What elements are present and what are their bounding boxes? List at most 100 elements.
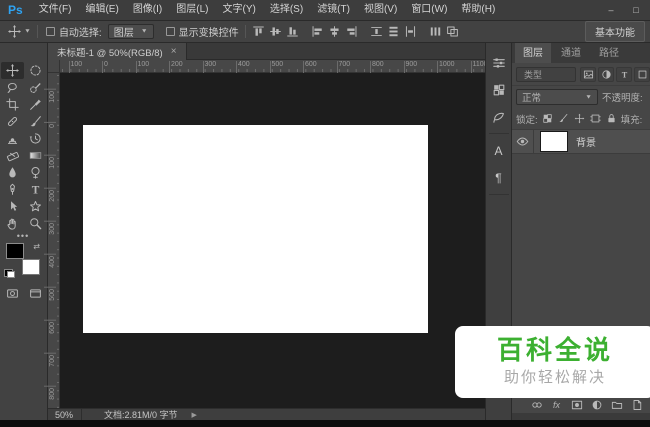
minimize-button[interactable]: – bbox=[605, 5, 617, 15]
dodge-tool[interactable] bbox=[24, 164, 47, 181]
menu-item-3[interactable]: 图层(L) bbox=[169, 0, 215, 20]
lock-all-icon[interactable] bbox=[606, 113, 617, 124]
adjustments-panel-icon[interactable] bbox=[486, 49, 512, 76]
vertical-ruler[interactable]: 100 0 100 200 300 400 500 600 700 800 bbox=[48, 73, 60, 408]
ruler-origin-corner[interactable] bbox=[48, 60, 60, 73]
lock-image-icon[interactable] bbox=[558, 113, 569, 124]
styles-panel-icon[interactable] bbox=[486, 103, 512, 130]
lasso-tool[interactable] bbox=[1, 79, 24, 96]
opacity-label: 不透明度: bbox=[602, 93, 643, 104]
menu-item-9[interactable]: 帮助(H) bbox=[454, 0, 502, 20]
menu-item-4[interactable]: 文字(Y) bbox=[216, 0, 263, 20]
layer-visibility-eye-icon[interactable] bbox=[512, 129, 534, 154]
layer-effects-icon[interactable]: fx bbox=[550, 399, 563, 412]
foreground-color-swatch[interactable] bbox=[6, 243, 24, 259]
auto-select-dropdown[interactable]: 图层 ▼ bbox=[107, 24, 154, 39]
menu-item-6[interactable]: 滤镜(T) bbox=[310, 0, 357, 20]
lock-transparent-icon[interactable] bbox=[542, 113, 553, 124]
align-bottom-icon[interactable] bbox=[286, 25, 299, 38]
menu-item-2[interactable]: 图像(I) bbox=[126, 0, 169, 20]
adjustment-layer-icon[interactable] bbox=[590, 399, 603, 412]
tool-options-bar: ▼ 自动选择: 图层 ▼ 显示变换控件 基本功能 bbox=[0, 21, 650, 43]
menu-item-8[interactable]: 窗口(W) bbox=[404, 0, 454, 20]
shape-filter-icon[interactable] bbox=[634, 66, 650, 82]
align-left-icon[interactable] bbox=[311, 25, 324, 38]
swap-colors-icon[interactable]: ⇄ bbox=[33, 242, 40, 251]
history-brush-tool[interactable] bbox=[24, 130, 47, 147]
marquee-tool[interactable] bbox=[24, 62, 47, 79]
distribute-top-icon[interactable] bbox=[370, 25, 383, 38]
auto-select-checkbox[interactable] bbox=[45, 27, 55, 36]
menu-item-1[interactable]: 编辑(E) bbox=[78, 0, 125, 20]
shape-tool[interactable] bbox=[24, 198, 47, 215]
workspace-switcher-button[interactable]: 基本功能 bbox=[585, 21, 645, 42]
document-title: 未标题-1 @ 50%(RGB/8) bbox=[57, 47, 163, 59]
auto-align-icon[interactable] bbox=[446, 25, 459, 38]
distribute-bottom-icon[interactable] bbox=[404, 25, 417, 38]
layer-thumbnail[interactable] bbox=[540, 131, 568, 152]
eraser-tool[interactable] bbox=[1, 147, 24, 164]
pixel-filter-icon[interactable] bbox=[580, 66, 596, 82]
new-layer-icon[interactable] bbox=[630, 399, 643, 412]
layers-panel-footer: fx bbox=[512, 396, 650, 413]
zoom-level-field[interactable]: 50% bbox=[48, 409, 83, 420]
menu-item-5[interactable]: 选择(S) bbox=[263, 0, 310, 20]
quick-selection-tool[interactable] bbox=[24, 79, 47, 96]
menu-item-7[interactable]: 视图(V) bbox=[357, 0, 404, 20]
panel-tab-路径[interactable]: 路径 bbox=[591, 43, 627, 63]
pen-tool[interactable] bbox=[1, 181, 24, 198]
layer-filter-dropdown[interactable]: 类型 bbox=[516, 66, 576, 82]
distribute-vcenter-icon[interactable] bbox=[387, 25, 400, 38]
type-tool[interactable]: T bbox=[24, 181, 47, 198]
maximize-button[interactable]: □ bbox=[630, 5, 642, 15]
lock-position-icon[interactable] bbox=[574, 113, 585, 124]
move-tool-icon bbox=[8, 25, 21, 38]
blend-mode-dropdown[interactable]: 正常 ▼ bbox=[516, 89, 598, 105]
link-layers-icon[interactable] bbox=[530, 399, 543, 412]
document-canvas[interactable] bbox=[83, 125, 428, 333]
align-right-icon[interactable] bbox=[345, 25, 358, 38]
hand-tool[interactable] bbox=[1, 215, 24, 232]
align-top-icon[interactable] bbox=[252, 25, 265, 38]
path-selection-tool[interactable] bbox=[1, 198, 24, 215]
icon-group bbox=[311, 25, 358, 38]
edit-toolbar-ellipsis-icon[interactable]: ••• bbox=[0, 231, 46, 241]
new-group-icon[interactable] bbox=[610, 399, 623, 412]
tool-preset-picker[interactable]: ▼ bbox=[8, 25, 31, 38]
quick-mask-button[interactable] bbox=[1, 285, 24, 301]
swatches-panel-icon[interactable] bbox=[486, 76, 512, 103]
v-ruler-label: 800 bbox=[49, 388, 56, 400]
menu-item-0[interactable]: 文件(F) bbox=[32, 0, 79, 20]
lock-artboard-icon[interactable] bbox=[589, 113, 601, 124]
eyedropper-tool[interactable] bbox=[24, 96, 47, 113]
layer-mask-icon[interactable] bbox=[570, 399, 583, 412]
layer-row[interactable]: 背景 bbox=[512, 129, 650, 154]
align-hcenter-icon[interactable] bbox=[328, 25, 341, 38]
character-panel-icon[interactable]: A bbox=[486, 137, 512, 164]
move-tool[interactable] bbox=[1, 62, 24, 79]
type-filter-icon[interactable]: T bbox=[616, 66, 632, 82]
panel-tabs: 图层 通道 路径 bbox=[512, 43, 650, 63]
paragraph-panel-icon[interactable]: ¶ bbox=[486, 164, 512, 191]
zoom-tool[interactable] bbox=[24, 215, 47, 232]
adjustment-filter-icon[interactable] bbox=[598, 66, 614, 82]
status-options-arrow-icon[interactable]: ▶ bbox=[192, 411, 197, 419]
blur-tool[interactable] bbox=[1, 164, 24, 181]
background-color-swatch[interactable] bbox=[22, 259, 40, 275]
align-vcenter-icon[interactable] bbox=[269, 25, 282, 38]
healing-brush-tool[interactable] bbox=[1, 113, 24, 130]
divider bbox=[36, 25, 38, 38]
v-ruler-label: 300 bbox=[49, 223, 56, 235]
distribute-horizontal-icon[interactable] bbox=[429, 25, 442, 38]
document-tab[interactable]: 未标题-1 @ 50%(RGB/8) × bbox=[48, 43, 187, 60]
clone-stamp-tool[interactable] bbox=[1, 130, 24, 147]
panel-tab-图层[interactable]: 图层 bbox=[515, 43, 551, 63]
crop-tool[interactable] bbox=[1, 96, 24, 113]
close-tab-icon[interactable]: × bbox=[171, 46, 177, 57]
default-colors-icon[interactable] bbox=[4, 269, 15, 278]
horizontal-ruler[interactable]: 100 0 100 200 300 400 500 600 700 800 900 1000 1100 bbox=[60, 60, 488, 73]
canvas-area[interactable]: 100 0 100 200 300 400 500 600 700 800 900 1000 1100 … bbox=[48, 60, 488, 408]
panel-tab-通道[interactable]: 通道 bbox=[553, 43, 589, 63]
show-transform-checkbox[interactable] bbox=[165, 27, 175, 36]
h-ruler-label: 100 bbox=[68, 61, 83, 73]
